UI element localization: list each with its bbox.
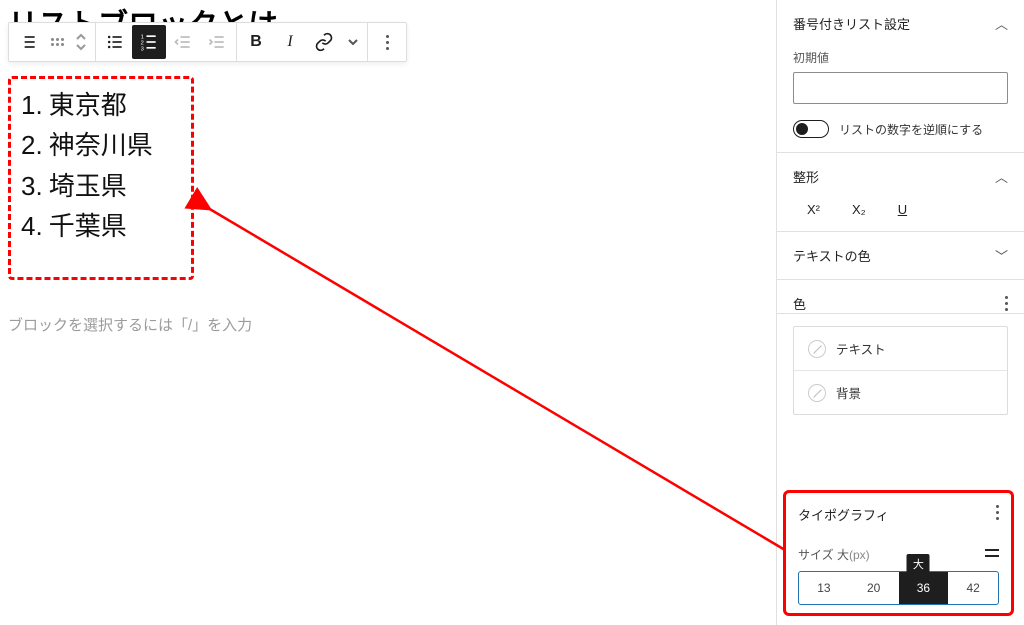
ordered-list-settings-panel: 番号付きリスト設定 ︿ 初期値 リストの数字を逆順にする bbox=[777, 0, 1024, 153]
unordered-list-icon[interactable] bbox=[98, 25, 132, 59]
drag-handle-icon[interactable] bbox=[45, 25, 69, 59]
color-panel-menu-icon[interactable] bbox=[1005, 296, 1008, 311]
list-text: 埼玉県 bbox=[49, 166, 127, 206]
panel-title: 番号付きリスト設定 bbox=[793, 14, 910, 33]
reverse-order-label: リストの数字を逆順にする bbox=[839, 121, 983, 138]
format-panel: 整形 ︿ X² X₂ U bbox=[777, 153, 1024, 232]
bold-button[interactable]: B bbox=[239, 25, 273, 59]
list-text: 東京都 bbox=[49, 85, 127, 125]
indent-icon[interactable] bbox=[200, 25, 234, 59]
text-color-toggle[interactable]: テキストの色 ﹀ bbox=[793, 246, 1008, 265]
panel-title: 色 bbox=[793, 294, 806, 313]
svg-text:3: 3 bbox=[141, 46, 144, 52]
initial-value-input[interactable] bbox=[793, 72, 1008, 104]
list-number: 4. bbox=[21, 206, 43, 246]
empty-swatch-icon bbox=[808, 384, 826, 402]
text-color-option[interactable]: テキスト bbox=[794, 327, 1007, 370]
font-size-custom-icon[interactable] bbox=[985, 546, 999, 563]
block-toolbar: 123 B I bbox=[8, 22, 407, 62]
ordered-list-icon[interactable]: 123 bbox=[132, 25, 166, 59]
typography-panel-menu-icon[interactable] bbox=[996, 505, 999, 524]
subscript-button[interactable]: X₂ bbox=[852, 202, 866, 217]
font-size-segmented: 大 13 20 36 42 bbox=[798, 571, 999, 605]
initial-value-label: 初期値 bbox=[793, 49, 1008, 66]
italic-button[interactable]: I bbox=[273, 25, 307, 59]
reverse-order-toggle[interactable] bbox=[793, 120, 829, 138]
list-item: 3.埼玉県 bbox=[21, 166, 181, 206]
font-size-option-36[interactable]: 36 bbox=[899, 572, 949, 604]
chevron-up-icon: ︿ bbox=[995, 167, 1008, 186]
list-block-icon[interactable] bbox=[11, 25, 45, 59]
block-appender-placeholder[interactable]: ブロックを選択するには「/」を入力 bbox=[8, 314, 252, 335]
underline-button[interactable]: U bbox=[898, 202, 907, 217]
move-chevrons-icon[interactable] bbox=[69, 25, 93, 59]
list-number: 3. bbox=[21, 166, 43, 206]
format-panel-toggle[interactable]: 整形 ︿ bbox=[793, 167, 1008, 186]
list-item: 4.千葉県 bbox=[21, 206, 181, 246]
panel-title: タイポグラフィ bbox=[798, 505, 889, 524]
list-number: 2. bbox=[21, 125, 43, 165]
more-rich-text-icon[interactable] bbox=[341, 25, 365, 59]
size-tooltip: 大 bbox=[907, 554, 930, 574]
ordered-list-block[interactable]: 1.東京都 2.神奈川県 3.埼玉県 4.千葉県 bbox=[8, 76, 194, 280]
background-color-option[interactable]: 背景 bbox=[794, 370, 1007, 414]
ordered-list-settings-toggle[interactable]: 番号付きリスト設定 ︿ bbox=[793, 14, 1008, 33]
list-item: 1.東京都 bbox=[21, 85, 181, 125]
option-label: テキスト bbox=[836, 339, 886, 358]
outdent-icon[interactable] bbox=[166, 25, 200, 59]
list-text: 千葉県 bbox=[49, 206, 127, 246]
chevron-up-icon: ︿ bbox=[995, 14, 1008, 33]
list-item: 2.神奈川県 bbox=[21, 125, 181, 165]
typography-panel: タイポグラフィ サイズ 大(px) 大 13 20 36 42 bbox=[783, 490, 1014, 616]
list-text: 神奈川県 bbox=[49, 125, 153, 165]
empty-swatch-icon bbox=[808, 340, 826, 358]
font-size-option-20[interactable]: 20 bbox=[849, 572, 899, 604]
panel-title: 整形 bbox=[793, 167, 819, 186]
link-icon[interactable] bbox=[307, 25, 341, 59]
text-color-panel: テキストの色 ﹀ bbox=[777, 232, 1024, 280]
color-options-card: テキスト 背景 bbox=[793, 326, 1008, 415]
option-label: 背景 bbox=[836, 383, 861, 402]
color-panel-head[interactable]: 色 bbox=[793, 294, 1008, 313]
font-size-label: サイズ 大(px) bbox=[798, 546, 870, 563]
color-panel: 色 bbox=[777, 280, 1024, 314]
superscript-button[interactable]: X² bbox=[807, 202, 820, 217]
font-size-option-13[interactable]: 13 bbox=[799, 572, 849, 604]
panel-title: テキストの色 bbox=[793, 246, 871, 265]
more-options-icon[interactable] bbox=[370, 25, 404, 59]
list-number: 1. bbox=[21, 85, 43, 125]
chevron-down-icon: ﹀ bbox=[995, 246, 1008, 265]
font-size-option-42[interactable]: 42 bbox=[948, 572, 998, 604]
